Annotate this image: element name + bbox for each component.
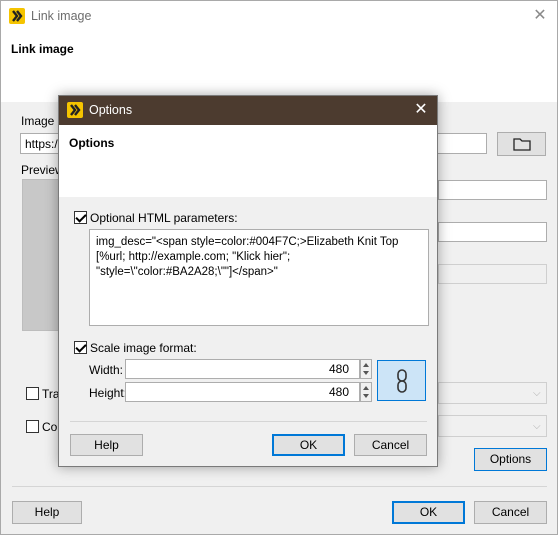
select-1: ⌵: [438, 382, 547, 404]
app-logo-icon: [67, 102, 83, 118]
divider: [70, 421, 427, 422]
chevron-down-icon: ⌵: [533, 388, 541, 399]
options-header: [59, 125, 437, 197]
help-button[interactable]: Help: [70, 434, 143, 456]
preview-area: [22, 179, 62, 331]
close-icon[interactable]: ✕: [411, 100, 431, 120]
width-label: Width:: [89, 363, 124, 377]
divider: [12, 486, 547, 487]
outer-header: [1, 32, 557, 102]
lock-aspect-toggle[interactable]: [377, 360, 426, 401]
height-input[interactable]: 480: [125, 382, 360, 402]
dialog-heading: Options: [69, 136, 115, 150]
ok-button[interactable]: OK: [272, 434, 345, 456]
close-icon[interactable]: ✕: [531, 7, 549, 25]
folder-icon: [512, 138, 531, 151]
scale-label: Scale image format:: [90, 341, 197, 355]
field-2[interactable]: [438, 222, 547, 242]
field-3: [438, 264, 547, 284]
outer-titlebar: Link image ✕: [1, 1, 557, 32]
field-1[interactable]: [438, 180, 547, 200]
transparency-label: Tra: [42, 387, 60, 401]
dialog-title: Options: [89, 103, 133, 117]
ok-button[interactable]: OK: [392, 501, 465, 524]
height-stepper[interactable]: [360, 382, 372, 402]
width-stepper[interactable]: [360, 359, 372, 379]
page-title: Link image: [11, 42, 74, 56]
html-params-textarea[interactable]: img_desc="<span style=color:#004F7C;>Eli…: [89, 229, 429, 326]
width-input[interactable]: 480: [125, 359, 360, 379]
window-title: Link image: [31, 9, 92, 23]
chain-link-icon: [397, 369, 407, 393]
select-2: ⌵: [438, 415, 547, 437]
options-button[interactable]: Options: [474, 448, 547, 471]
html-params-checkbox[interactable]: [74, 211, 87, 224]
height-label: Height:: [89, 386, 128, 400]
browse-button[interactable]: [497, 132, 546, 156]
scale-checkbox[interactable]: [74, 341, 87, 354]
count-checkbox[interactable]: [26, 420, 39, 433]
cancel-button[interactable]: Cancel: [354, 434, 427, 456]
cancel-button[interactable]: Cancel: [474, 501, 547, 524]
app-logo-icon: [9, 8, 25, 24]
options-titlebar: Options ✕: [59, 96, 437, 125]
transparency-checkbox[interactable]: [26, 387, 39, 400]
options-dialog: Options ✕ Options Optional HTML paramete…: [58, 95, 438, 467]
html-params-label: Optional HTML parameters:: [90, 211, 238, 225]
help-button[interactable]: Help: [12, 501, 82, 524]
chevron-down-icon: ⌵: [533, 421, 541, 432]
